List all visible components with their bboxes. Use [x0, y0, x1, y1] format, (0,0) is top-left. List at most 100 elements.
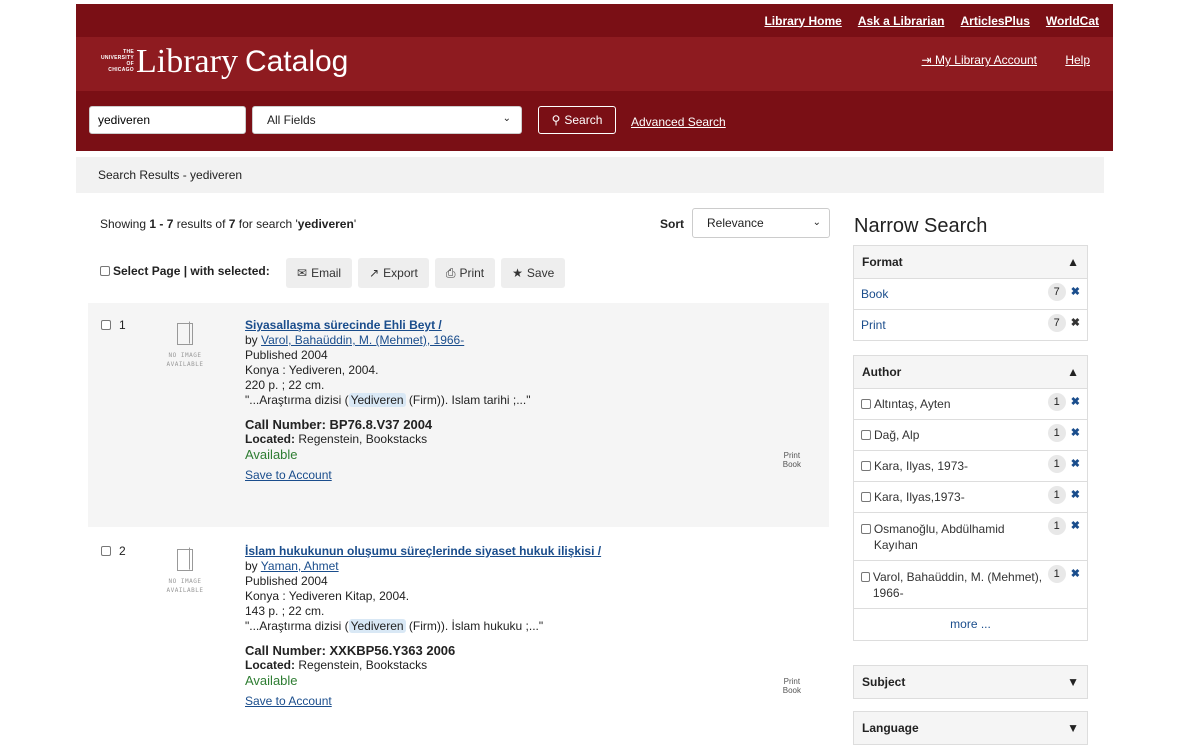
narrow-search-title: Narrow Search — [854, 215, 988, 237]
remove-icon[interactable]: ✖ — [1071, 425, 1080, 441]
page-frame: Library Home Ask a Librarian ArticlesPlu… — [76, 4, 1113, 748]
envelope-icon: ✉ — [297, 266, 308, 280]
count-badge: 1 — [1047, 486, 1066, 504]
advanced-search-link[interactable]: Advanced Search — [631, 115, 726, 129]
star-icon: ★ — [512, 266, 523, 280]
count-badge: 1 — [1047, 565, 1066, 583]
search-icon: ⚲ — [551, 113, 561, 127]
no-image-placeholder: NO IMAGE AVAILABLE — [150, 323, 220, 369]
result-author-link[interactable]: Varol, Bahaüddin, M. (Mehmet), 1966- — [261, 333, 464, 347]
bulk-actions: ✉ Email ↗ Export ⎙ Print ★ Save — [286, 258, 566, 288]
link-worldcat[interactable]: WorldCat — [1046, 14, 1099, 28]
remove-icon[interactable]: ✖ — [1071, 284, 1080, 300]
facet-format: Format ▲ Book 7 ✖ Print 7 ✖ — [853, 245, 1088, 341]
logo-library-text: Library — [136, 43, 238, 80]
link-articlesplus[interactable]: ArticlesPlus — [961, 14, 1030, 28]
facet-subject: Subject ▼ — [853, 665, 1088, 699]
save-to-account-link[interactable]: Save to Account — [245, 694, 332, 709]
remove-icon[interactable]: ✖ — [1071, 315, 1080, 331]
count-badge: 7 — [1047, 314, 1066, 332]
facet-item[interactable]: Varol, Bahaüddin, M. (Mehmet), 1966- 1 ✖ — [854, 560, 1087, 608]
remove-icon[interactable]: ✖ — [1071, 394, 1080, 410]
result-number: 1 — [119, 318, 126, 332]
result-item: 1 NO IMAGE AVAILABLE Siyasallaşma süreci… — [88, 303, 829, 527]
result-details: İslam hukukunun oluşumu süreçlerinde siy… — [245, 544, 725, 709]
facet-checkbox[interactable] — [861, 399, 871, 409]
email-button[interactable]: ✉ Email — [286, 258, 353, 288]
facet-checkbox[interactable] — [861, 523, 871, 534]
sort-label: Sort — [660, 217, 684, 231]
result-checkbox[interactable] — [101, 546, 111, 556]
save-button[interactable]: ★ Save — [501, 258, 566, 288]
help-link[interactable]: Help — [1065, 53, 1090, 67]
select-page[interactable]: Select Page | with selected: — [100, 264, 270, 278]
facet-item[interactable]: Book 7 ✖ — [854, 278, 1087, 309]
sort-select[interactable]: Relevance ⌄ — [692, 208, 830, 238]
facet-item[interactable]: Print 7 ✖ — [854, 309, 1087, 340]
book-icon — [177, 549, 193, 571]
facet-header[interactable]: Language ▼ — [854, 712, 1087, 744]
result-checkbox[interactable] — [101, 320, 111, 330]
remove-icon[interactable]: ✖ — [1071, 456, 1080, 472]
print-button[interactable]: ⎙ Print — [434, 258, 496, 288]
results-count: Showing 1 - 7 results of 7 for search 'y… — [100, 217, 357, 231]
caret-down-icon: ▼ — [1067, 721, 1079, 735]
save-to-account-link[interactable]: Save to Account — [245, 468, 332, 483]
location: Located: Regenstein, Bookstacks — [245, 432, 428, 446]
format-label: Print Book — [782, 677, 801, 695]
link-library-home[interactable]: Library Home — [764, 14, 841, 28]
facet-item[interactable]: Osmanoğlu, Abdülhamid Kayıhan 1 ✖ — [854, 512, 1087, 560]
location: Located: Regenstein, Bookstacks — [245, 658, 428, 672]
search-input[interactable] — [89, 106, 246, 134]
remove-icon[interactable]: ✖ — [1071, 566, 1080, 582]
library-logo[interactable]: THE UNIVERSITY OF CHICAGO Library Catalo… — [90, 42, 348, 82]
result-title-link[interactable]: Siyasallaşma sürecinde Ehli Beyt / — [245, 318, 442, 332]
link-ask-librarian[interactable]: Ask a Librarian — [858, 14, 945, 28]
no-image-placeholder: NO IMAGE AVAILABLE — [150, 549, 220, 595]
result-number: 2 — [119, 544, 126, 558]
export-button[interactable]: ↗ Export — [358, 258, 429, 288]
facet-checkbox[interactable] — [861, 571, 870, 582]
chevron-down-icon: ⌄ — [812, 217, 821, 228]
more-authors-link[interactable]: more ... — [854, 608, 1087, 640]
remove-icon[interactable]: ✖ — [1071, 518, 1080, 534]
sign-in-icon: ⇥ — [921, 53, 932, 67]
search-button[interactable]: ⚲ Search — [538, 106, 616, 134]
chevron-down-icon: ⌄ — [502, 113, 511, 124]
facet-header[interactable]: Format ▲ — [854, 246, 1087, 278]
facet-header[interactable]: Subject ▼ — [854, 666, 1087, 698]
facet-item[interactable]: Kara, Ilyas, 1973- 1 ✖ — [854, 450, 1087, 481]
facet-item[interactable]: Dağ, Alp 1 ✖ — [854, 419, 1087, 450]
logo-catalog-text: Catalog — [244, 45, 349, 78]
result-title-link[interactable]: İslam hukukunun oluşumu süreçlerinde siy… — [245, 544, 601, 558]
count-badge: 7 — [1047, 283, 1066, 301]
facet-checkbox[interactable] — [861, 461, 871, 471]
facet-item[interactable]: Kara, Ilyas,1973- 1 ✖ — [854, 481, 1087, 512]
caret-down-icon: ▼ — [1067, 675, 1079, 689]
availability-status: Available — [245, 673, 298, 688]
result-snippet: "...Araştırma dizisi (Yediveren (Firm)).… — [245, 393, 531, 407]
select-page-checkbox[interactable] — [100, 266, 110, 276]
university-wordmark: THE UNIVERSITY OF CHICAGO — [100, 49, 134, 73]
search-bar: All Fields ⌄ ⚲ Search Advanced Search — [76, 91, 1113, 151]
remove-icon[interactable]: ✖ — [1071, 487, 1080, 503]
format-label: Print Book — [782, 451, 801, 469]
top-nav: Library Home Ask a Librarian ArticlesPlu… — [76, 4, 1113, 37]
count-badge: 1 — [1047, 393, 1066, 411]
facet-header[interactable]: Author ▲ — [854, 356, 1087, 388]
search-field-select[interactable]: All Fields ⌄ — [252, 106, 522, 134]
result-author-link[interactable]: Yaman, Ahmet — [261, 559, 339, 573]
book-icon — [177, 323, 193, 345]
call-number: Call Number: XXKBP56.Y363 2006 — [245, 643, 456, 658]
facet-item[interactable]: Altıntaş, Ayten 1 ✖ — [854, 388, 1087, 419]
facet-checkbox[interactable] — [861, 430, 871, 440]
caret-up-icon: ▲ — [1067, 255, 1079, 269]
facet-checkbox[interactable] — [861, 492, 871, 502]
result-item: 2 NO IMAGE AVAILABLE İslam hukukunun olu… — [88, 529, 829, 748]
availability-status: Available — [245, 447, 298, 462]
result-snippet: "...Araştırma dizisi (Yediveren (Firm)).… — [245, 619, 544, 633]
call-number: Call Number: BP76.8.V37 2004 — [245, 417, 433, 432]
facet-language: Language ▼ — [853, 711, 1088, 745]
caret-up-icon: ▲ — [1067, 365, 1079, 379]
my-library-account-link[interactable]: ⇥ My Library Account — [922, 53, 1037, 67]
